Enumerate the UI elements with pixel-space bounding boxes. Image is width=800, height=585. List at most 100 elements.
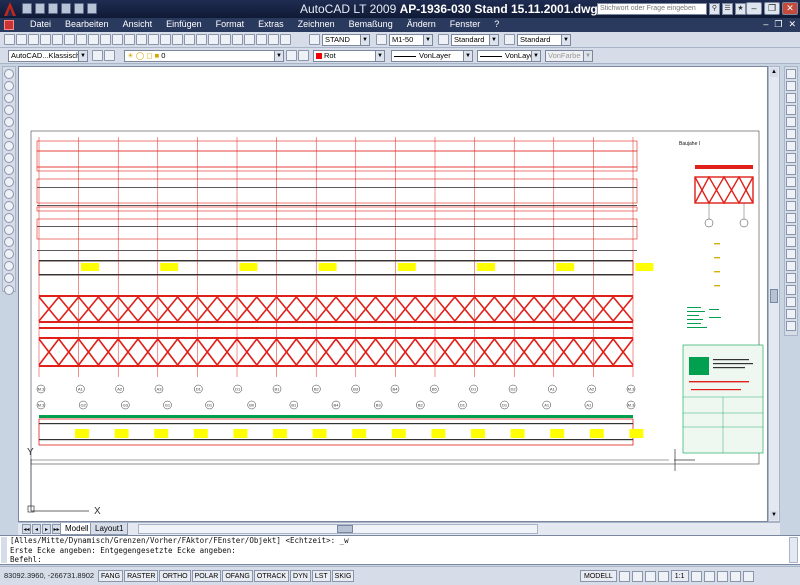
menu-item-2[interactable]: Ansicht	[123, 19, 153, 29]
properties-icon[interactable]	[208, 34, 219, 45]
cut-icon[interactable]	[76, 34, 87, 45]
tab-model[interactable]: Modell	[60, 523, 94, 535]
dim-style-icon[interactable]	[376, 34, 387, 45]
multileader-style-select[interactable]: Standard ▼	[517, 34, 571, 46]
vertical-scroll-thumb[interactable]	[770, 289, 778, 303]
new-icon[interactable]	[22, 3, 32, 14]
status-toggle-skig[interactable]: SKIG	[331, 570, 355, 582]
block-editor-icon[interactable]	[124, 34, 135, 45]
calculator-icon[interactable]	[268, 34, 279, 45]
paste-icon[interactable]	[100, 34, 111, 45]
join-icon[interactable]	[786, 225, 796, 235]
redo-tool-icon[interactable]	[148, 34, 159, 45]
match-icon[interactable]	[786, 297, 796, 307]
publish-icon[interactable]	[64, 34, 75, 45]
move-icon[interactable]	[786, 129, 796, 139]
zoom-previous-icon[interactable]	[196, 34, 207, 45]
break-at-point-icon[interactable]	[786, 201, 796, 211]
menu-item-1[interactable]: Bearbeiten	[65, 19, 109, 29]
favorites-icon[interactable]: ★	[735, 3, 746, 15]
coordinates-readout[interactable]: 83092.3960, -266731.8902	[4, 571, 94, 580]
menu-item-9[interactable]: Fenster	[450, 19, 481, 29]
polygon-icon[interactable]	[4, 105, 14, 115]
table-style-icon[interactable]	[438, 34, 449, 45]
close-button[interactable]: ✕	[782, 2, 798, 15]
workspace-select[interactable]: AutoCAD...Klassisch ▼	[8, 50, 88, 62]
workspace-switch-icon[interactable]	[716, 570, 728, 582]
markup-icon[interactable]	[256, 34, 267, 45]
zoom-window-icon[interactable]	[184, 34, 195, 45]
qnew-icon[interactable]	[4, 34, 15, 45]
circle-icon[interactable]	[4, 141, 14, 151]
mtext-icon[interactable]	[4, 285, 14, 295]
table-style-select[interactable]: Standard ▼	[451, 34, 499, 46]
open-icon[interactable]	[35, 3, 45, 14]
sheetset-icon[interactable]	[244, 34, 255, 45]
region-icon[interactable]	[4, 261, 14, 271]
pan-icon[interactable]	[160, 34, 171, 45]
annotation-visibility-icon[interactable]	[690, 570, 702, 582]
lineweight-select[interactable]: VonLayer ▼	[477, 50, 541, 62]
color-select[interactable]: Rot ▼	[313, 50, 385, 62]
status-toggle-otrack[interactable]: OTRACK	[253, 570, 290, 582]
document-icon[interactable]	[4, 20, 14, 30]
drawing-canvas[interactable]: M.3 A1 A2 A3 D1 D1 B1 B2 B3 B4 B5 D1 D2 A1 A2 M.3 M.3 G2…	[18, 66, 768, 522]
command-prompt[interactable]: Befehl:	[10, 555, 800, 565]
scale-icon[interactable]	[786, 153, 796, 163]
ellipse-icon[interactable]	[4, 177, 14, 187]
menu-item-4[interactable]: Format	[216, 19, 245, 29]
layer-select[interactable]: ☀ ◯ ◻ ■ 0 ▼	[124, 50, 284, 62]
status-toggle-ortho[interactable]: ORTHO	[159, 570, 191, 582]
status-toggle-ofang[interactable]: OFANG	[222, 570, 253, 582]
multileader-style-icon[interactable]	[504, 34, 515, 45]
copy-object-icon[interactable]	[786, 81, 796, 91]
command-line[interactable]: [Alles/Mitte/Dynamisch/Grenzen/Vorher/FA…	[0, 535, 800, 565]
plot-icon[interactable]	[40, 34, 51, 45]
plotstyle-select[interactable]: VonFarbe ▼	[545, 50, 593, 62]
horizontal-scrollbar[interactable]	[138, 524, 538, 534]
scroll-down-icon[interactable]: ▼	[770, 511, 778, 520]
rectangle-icon[interactable]	[4, 117, 14, 127]
insert-block-icon[interactable]	[4, 201, 14, 211]
doc-restore-button[interactable]: ❐	[774, 19, 782, 30]
help-search-input[interactable]: Stichwort oder Frage eingeben	[597, 3, 707, 15]
annotation-scale[interactable]: 1:1	[670, 570, 689, 582]
menu-item-0[interactable]: Datei	[30, 19, 51, 29]
linetype-select[interactable]: VonLayer ▼	[391, 50, 473, 62]
prev-tab-icon[interactable]: ◂	[32, 524, 41, 534]
undo-tool-icon[interactable]	[136, 34, 147, 45]
undo-icon[interactable]	[74, 3, 84, 14]
gradient-icon[interactable]	[4, 249, 14, 259]
layer-manager-icon[interactable]	[104, 50, 115, 61]
array-icon[interactable]	[786, 117, 796, 127]
extend-icon[interactable]	[786, 189, 796, 199]
draworder-icon[interactable]	[786, 273, 796, 283]
matchprop-icon[interactable]	[112, 34, 123, 45]
menu-item-5[interactable]: Extras	[258, 19, 284, 29]
zoom-status-icon[interactable]	[657, 570, 669, 582]
make-current-layer-icon[interactable]	[286, 50, 297, 61]
save-icon[interactable]	[48, 3, 58, 14]
quick-view-drawings-icon[interactable]	[631, 570, 643, 582]
vertical-scrollbar[interactable]: ▲ ▼	[768, 66, 780, 522]
save-file-icon[interactable]	[28, 34, 39, 45]
auto-scale-icon[interactable]	[703, 570, 715, 582]
status-toggle-dyn[interactable]: DYN	[290, 570, 311, 582]
hatch-icon[interactable]	[4, 237, 14, 247]
arc-icon[interactable]	[4, 129, 14, 139]
dim-style-select[interactable]: M1-50 ▼	[389, 34, 433, 46]
help-tool-icon[interactable]	[280, 34, 291, 45]
next-tab-icon[interactable]: ▸	[42, 524, 51, 534]
horizontal-scroll-thumb[interactable]	[337, 525, 353, 533]
minimize-button[interactable]: –	[746, 2, 762, 15]
open-file-icon[interactable]	[16, 34, 27, 45]
status-toggle-fang[interactable]: FANG	[98, 570, 124, 582]
menu-item-8[interactable]: Ändern	[407, 19, 436, 29]
maximize-button[interactable]: ❐	[764, 2, 780, 15]
design-center-icon[interactable]	[220, 34, 231, 45]
ellipse-arc-icon[interactable]	[4, 189, 14, 199]
first-tab-icon[interactable]: ◂◂	[22, 524, 31, 534]
menu-item-3[interactable]: Einfügen	[166, 19, 202, 29]
text-style-select[interactable]: STAND ▼	[322, 34, 370, 46]
lock-icon[interactable]	[729, 570, 741, 582]
